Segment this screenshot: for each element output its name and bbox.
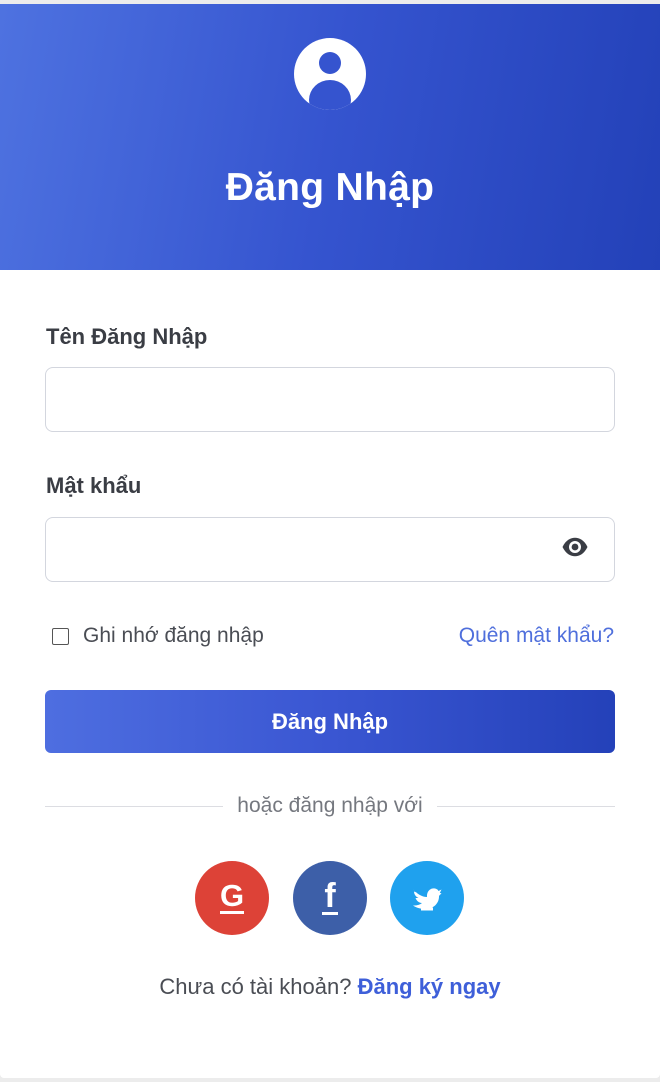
google-login-button[interactable]: G xyxy=(195,861,269,935)
facebook-icon: f xyxy=(322,877,338,915)
signup-link[interactable]: Đăng ký ngay xyxy=(358,974,501,999)
remember-me[interactable]: Ghi nhớ đăng nhập xyxy=(52,622,264,650)
divider: hoặc đăng nhập với xyxy=(45,794,616,818)
login-header: Đăng Nhập xyxy=(0,4,660,270)
remember-checkbox[interactable] xyxy=(52,627,69,645)
facebook-login-button[interactable]: f xyxy=(293,861,367,935)
divider-text: hoặc đăng nhập với xyxy=(237,794,423,817)
user-circle-icon xyxy=(294,38,366,110)
username-label: Tên Đăng Nhập xyxy=(46,324,208,349)
twitter-login-button[interactable] xyxy=(390,861,464,935)
username-input[interactable] xyxy=(45,367,615,432)
signup-text: Chưa có tài khoản? xyxy=(159,974,352,999)
remember-label: Ghi nhớ đăng nhập xyxy=(83,624,264,647)
forgot-password-link[interactable]: Quên mật khẩu? xyxy=(459,622,614,650)
google-icon: G xyxy=(219,878,245,914)
signup-prompt: Chưa có tài khoản? Đăng ký ngay xyxy=(0,974,660,1000)
login-button[interactable]: Đăng Nhập xyxy=(45,690,615,753)
page-title: Đăng Nhập xyxy=(225,166,435,209)
password-input[interactable] xyxy=(45,517,615,582)
eye-icon[interactable] xyxy=(561,536,589,558)
login-card: Đăng Nhập Tên Đăng Nhập Mật khẩu Ghi nhớ… xyxy=(0,4,660,1078)
twitter-icon xyxy=(413,888,442,911)
password-label: Mật khẩu xyxy=(46,473,142,498)
